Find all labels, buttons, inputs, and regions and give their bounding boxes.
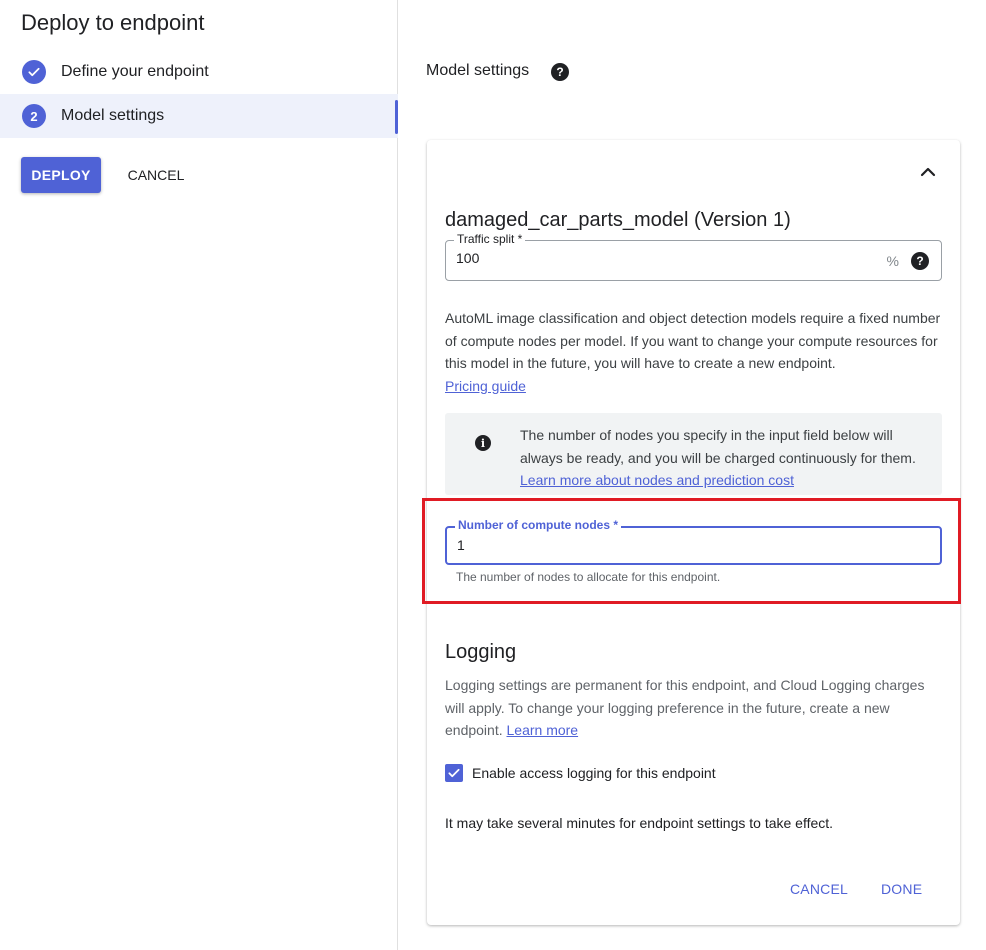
logging-title: Logging xyxy=(445,641,517,663)
effect-note: It may take several minutes for endpoint… xyxy=(445,815,834,831)
chevron-up-icon xyxy=(920,167,936,177)
info-banner: i The number of nodes you specify in the… xyxy=(445,413,942,495)
nodes-cost-link[interactable]: Learn more about nodes and prediction co… xyxy=(520,472,794,488)
access-logging-label[interactable]: Enable access logging for this endpoint xyxy=(472,765,716,781)
stepper-panel: Deploy to endpoint Define your endpoint … xyxy=(0,0,398,950)
info-icon: i xyxy=(475,435,491,451)
step-label: Define your endpoint xyxy=(61,63,209,80)
model-name: damaged_car_parts_model (Version 1) xyxy=(445,209,791,231)
step-define-endpoint[interactable]: Define your endpoint xyxy=(0,50,398,94)
checkmark-icon xyxy=(448,768,460,778)
traffic-split-field[interactable]: Traffic split * % ? xyxy=(445,232,942,281)
compute-description: AutoML image classification and object d… xyxy=(445,310,941,394)
help-circle-icon[interactable]: ? xyxy=(551,63,569,81)
help-circle-icon[interactable]: ? xyxy=(911,252,929,270)
model-settings-card: damaged_car_parts_model (Version 1) Traf… xyxy=(422,140,961,925)
step-model-settings[interactable]: 2 Model settings xyxy=(0,94,398,138)
pricing-guide-link[interactable]: Pricing guide xyxy=(445,378,526,394)
collapse-button[interactable] xyxy=(916,160,940,184)
compute-nodes-label: Number of compute nodes * xyxy=(455,518,622,532)
traffic-split-input[interactable] xyxy=(456,250,856,266)
done-button[interactable]: DONE xyxy=(881,878,922,900)
compute-nodes-helper: The number of nodes to allocate for this… xyxy=(456,570,721,584)
info-text: The number of nodes you specify in the i… xyxy=(520,427,916,488)
compute-nodes-input[interactable] xyxy=(457,537,857,553)
step-number-badge: 2 xyxy=(22,104,46,128)
cancel-button[interactable]: CANCEL xyxy=(114,157,198,193)
logging-description: Logging settings are permanent for this … xyxy=(445,677,925,738)
traffic-split-label: Traffic split * xyxy=(454,232,526,246)
panel-title: Deploy to endpoint xyxy=(21,10,205,35)
percent-suffix: % xyxy=(886,253,899,269)
compute-nodes-field[interactable]: Number of compute nodes * xyxy=(445,518,942,565)
check-circle-icon xyxy=(22,60,46,84)
deploy-button[interactable]: DEPLOY xyxy=(21,157,101,193)
access-logging-checkbox[interactable] xyxy=(445,764,463,782)
section-title: Model settings xyxy=(426,62,530,79)
logging-learn-more-link[interactable]: Learn more xyxy=(507,722,579,738)
step-label: Model settings xyxy=(61,107,165,124)
card-cancel-button[interactable]: CANCEL xyxy=(790,878,848,900)
